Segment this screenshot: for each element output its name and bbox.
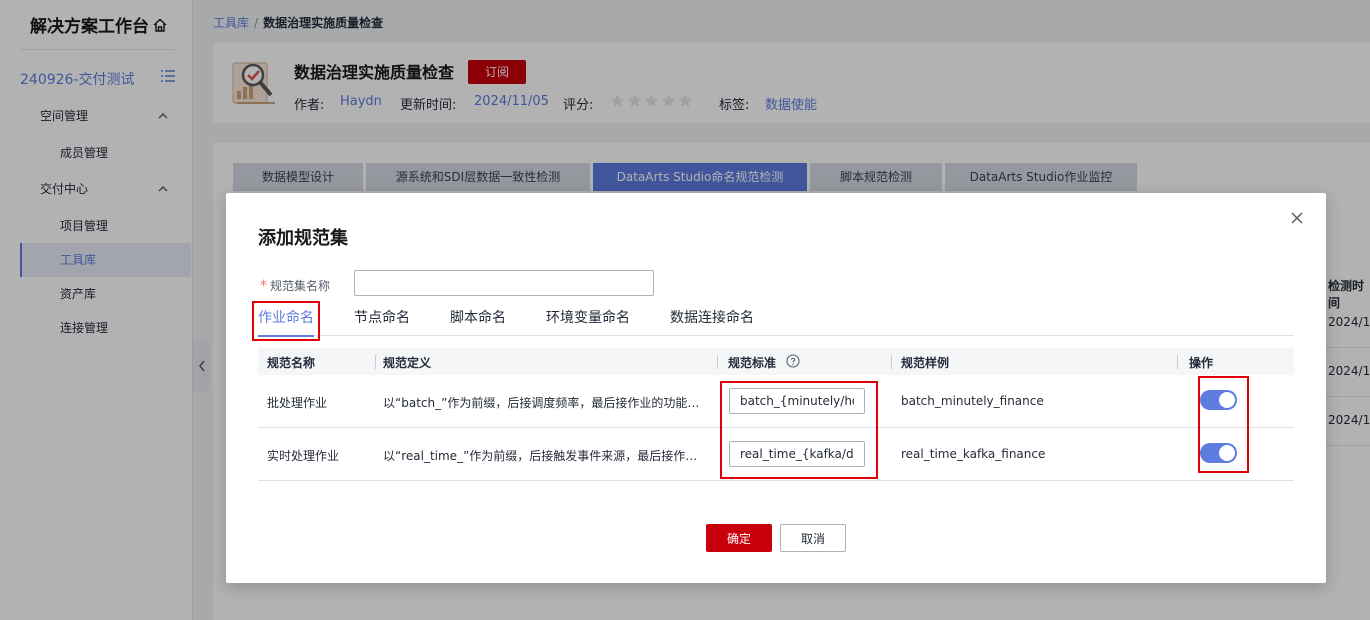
dialog-title: 添加规范集 (258, 228, 348, 249)
required-asterisk: * (260, 278, 267, 294)
ruleset-name-label-text: 规范集名称 (270, 279, 331, 293)
column-header-definition: 规范定义 (383, 356, 432, 370)
ruleset-name-label: * 规范集名称 (260, 277, 330, 294)
highlight-box (252, 301, 320, 341)
rule-name-cell: 实时处理作业 (267, 449, 340, 463)
help-icon[interactable] (786, 354, 800, 368)
sub-tab-env-var-naming[interactable]: 环境变量命名 (546, 307, 630, 327)
column-header-example: 规范样例 (901, 356, 950, 370)
rule-name-cell: 批处理作业 (267, 396, 328, 410)
column-header-name: 规范名称 (267, 356, 316, 370)
rule-example-cell: real_time_kafka_finance (901, 447, 1046, 461)
close-icon[interactable] (1290, 211, 1304, 225)
naming-sub-tabs: 作业命名 节点命名 脚本命名 环境变量命名 数据连接命名 (252, 301, 1294, 341)
column-separator (1177, 355, 1178, 369)
sub-tab-node-naming[interactable]: 节点命名 (354, 307, 410, 327)
rule-definition-cell: 以“real_time_”作为前缀，后接触发事件来源，最后接作业的功能描述 (383, 449, 703, 463)
highlight-box (1198, 376, 1249, 473)
cancel-button[interactable]: 取消 (780, 524, 846, 552)
column-separator (891, 355, 892, 369)
rule-example-cell: batch_minutely_finance (901, 394, 1044, 408)
highlight-box (720, 381, 878, 479)
column-separator (717, 355, 718, 369)
ruleset-name-input[interactable] (354, 270, 654, 296)
sub-tab-script-naming[interactable]: 脚本命名 (450, 307, 506, 327)
sub-tab-job-naming[interactable]: 作业命名 (252, 301, 320, 341)
column-header-standard: 规范标准 (728, 356, 777, 370)
column-separator (375, 355, 376, 369)
rule-definition-cell: 以“batch_”作为前缀，后接调度频率，最后接作业的功能描述 (383, 396, 706, 410)
confirm-button[interactable]: 确定 (706, 524, 772, 552)
add-ruleset-dialog: 添加规范集 * 规范集名称 作业命名 节点命名 脚本命名 环境变量命名 数据连接命… (226, 193, 1326, 583)
table-header: 规范名称 规范定义 规范标准 规范样例 操作 (258, 348, 1294, 375)
column-header-action: 操作 (1189, 356, 1214, 370)
sub-tab-data-connection-naming[interactable]: 数据连接命名 (670, 307, 754, 327)
